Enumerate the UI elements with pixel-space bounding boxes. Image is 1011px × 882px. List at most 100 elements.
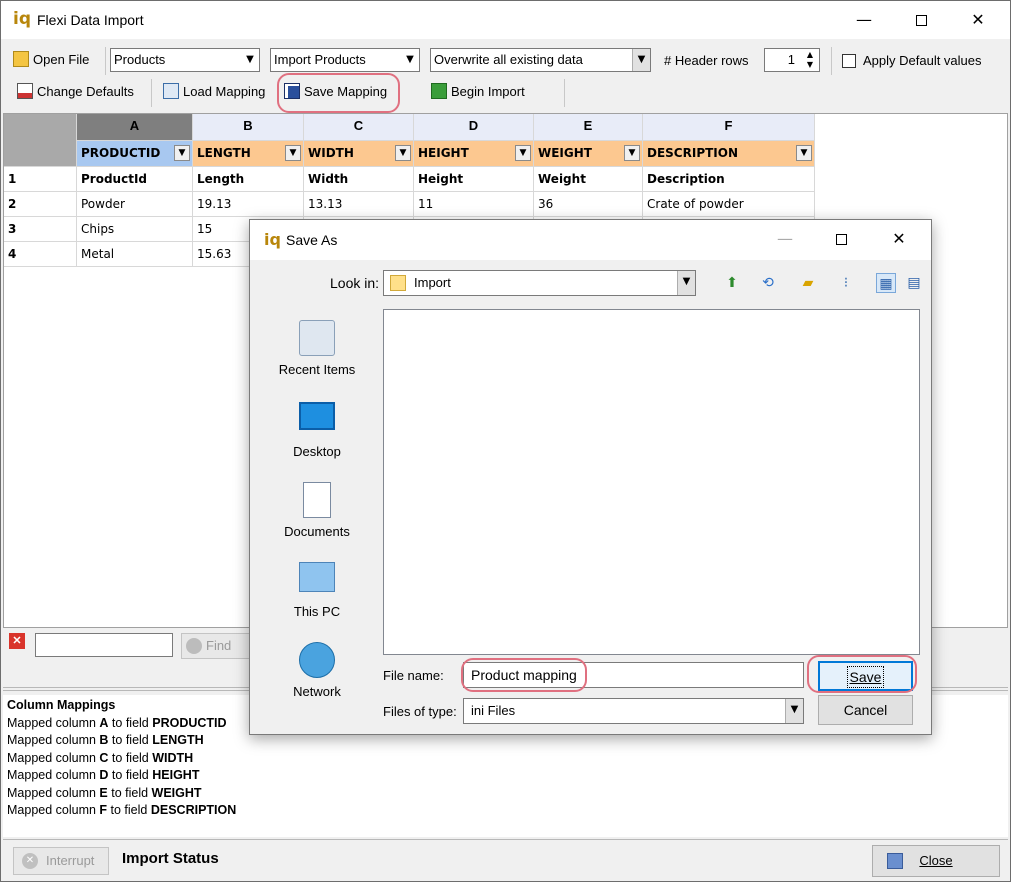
import-select[interactable]: Import Products ▼: [270, 48, 420, 72]
chevron-down-icon[interactable]: ▼: [285, 145, 301, 161]
dialog-minimize-button[interactable]: —: [762, 220, 808, 260]
up-folder-icon[interactable]: ⬆: [722, 273, 742, 293]
grid-cell[interactable]: Length: [193, 167, 304, 192]
chevron-down-icon[interactable]: ▼: [515, 145, 531, 161]
grid-cell-text: Powder: [81, 197, 125, 211]
mode-select[interactable]: Overwrite all existing data ▼: [430, 48, 651, 72]
mapping-select[interactable]: LENGTH ▼: [193, 141, 304, 167]
apply-defaults-label: Apply Default values: [863, 53, 982, 68]
place-recent-items[interactable]: Recent Items: [272, 320, 362, 377]
new-folder-icon[interactable]: ▰: [798, 273, 818, 293]
import-select-value: Import Products: [274, 52, 366, 67]
folder-icon: [390, 275, 406, 291]
grid-cell[interactable]: Crate of powder: [643, 192, 815, 217]
mapping-select[interactable]: DESCRIPTION ▼: [643, 141, 815, 167]
file-type-select[interactable]: ini Files ▼: [463, 698, 804, 724]
chevron-down-icon[interactable]: ▼: [796, 145, 812, 161]
look-in-value: Import: [414, 275, 451, 290]
column-header[interactable]: D: [414, 114, 534, 141]
dialog-title: Save As: [286, 232, 338, 248]
log-line-mid: to field: [108, 750, 153, 765]
find-input[interactable]: [35, 633, 173, 657]
close-window-button[interactable]: ✕: [955, 1, 1001, 39]
log-line-prefix: Mapped column: [7, 733, 100, 747]
checkbox-icon[interactable]: [842, 54, 856, 68]
grid-cell[interactable]: Metal: [77, 242, 193, 267]
cancel-button[interactable]: Cancel: [818, 695, 913, 725]
find-button-label: Find: [206, 638, 232, 653]
log-line-field: PRODUCTID: [152, 715, 227, 730]
open-file-button[interactable]: Open File: [13, 47, 89, 73]
log-line-field: WIDTH: [152, 750, 194, 765]
load-mapping-button[interactable]: Load Mapping: [163, 79, 265, 105]
begin-import-button[interactable]: Begin Import: [431, 79, 525, 105]
grid-cell-text: 36: [538, 197, 554, 211]
spin-arrows-icon[interactable]: ▲ ▼: [801, 49, 819, 71]
chevron-down-icon: ▼: [246, 54, 254, 65]
folder-open-icon: [13, 51, 29, 67]
grid-cell[interactable]: Height: [414, 167, 534, 192]
apply-defaults-checkbox[interactable]: Apply Default values: [842, 48, 982, 74]
dialog-close-button[interactable]: ✕: [876, 220, 922, 260]
dialog-maximize-button[interactable]: [818, 220, 864, 260]
log-line-field: LENGTH: [152, 733, 204, 747]
place-label: Desktop: [293, 444, 341, 459]
grid-cell[interactable]: 19.13: [193, 192, 304, 217]
grid-cell-text: 15.63: [197, 247, 232, 261]
clear-filter-icon[interactable]: ✕: [9, 633, 25, 649]
grid-cell[interactable]: 13.13: [304, 192, 414, 217]
grid-cell[interactable]: 36: [534, 192, 643, 217]
place-documents[interactable]: Documents: [272, 482, 362, 539]
chevron-down-icon[interactable]: ▼: [174, 145, 190, 161]
grid-cell[interactable]: Weight: [534, 167, 643, 192]
log-line-mid: to field: [108, 715, 153, 730]
column-header-text: F: [724, 118, 733, 133]
back-icon[interactable]: ⟲: [758, 273, 778, 293]
app-logo-icon: iq: [264, 230, 281, 249]
row-header[interactable]: 2: [4, 192, 77, 217]
place-this-pc[interactable]: This PC: [272, 562, 362, 619]
file-type-label: Files of type:: [383, 704, 457, 719]
file-list[interactable]: [383, 309, 920, 655]
table-select[interactable]: Products ▼: [110, 48, 260, 72]
list-view-icon[interactable]: ⁝: [836, 273, 856, 293]
dialog-title-bar: iq Save As — ✕: [250, 220, 931, 260]
chevron-down-icon[interactable]: ▼: [395, 145, 411, 161]
grid-cell[interactable]: Powder: [77, 192, 193, 217]
mapping-select[interactable]: HEIGHT ▼: [414, 141, 534, 167]
minimize-button[interactable]: —: [841, 1, 887, 39]
grid-cell[interactable]: Chips: [77, 217, 193, 242]
chevron-down-icon: ▼: [632, 49, 650, 71]
details-view-icon[interactable]: ▦: [876, 273, 896, 293]
column-header[interactable]: F: [643, 114, 815, 141]
grid-cell[interactable]: Width: [304, 167, 414, 192]
look-in-select[interactable]: Import ▼: [383, 270, 696, 296]
interrupt-button[interactable]: ✕ Interrupt: [13, 847, 109, 875]
column-header[interactable]: E: [534, 114, 643, 141]
place-desktop[interactable]: Desktop: [272, 402, 362, 459]
grid-cell[interactable]: Description: [643, 167, 815, 192]
close-button[interactable]: Close: [872, 845, 1000, 877]
title-bar: iq Flexi Data Import — ✕: [1, 1, 1010, 39]
chevron-down-icon[interactable]: ▼: [624, 145, 640, 161]
row-header[interactable]: 1: [4, 167, 77, 192]
mapping-select[interactable]: WIDTH ▼: [304, 141, 414, 167]
grid-cell[interactable]: 11: [414, 192, 534, 217]
row-header[interactable]: 3: [4, 217, 77, 242]
place-network[interactable]: Network: [272, 642, 362, 699]
change-defaults-button[interactable]: Change Defaults: [17, 79, 134, 105]
row-header[interactable]: 4: [4, 242, 77, 267]
column-header[interactable]: A: [77, 114, 193, 141]
maximize-button[interactable]: [898, 1, 944, 39]
row-header-text: 2: [8, 197, 17, 211]
column-header[interactable]: C: [304, 114, 414, 141]
mapping-select[interactable]: WEIGHT ▼: [534, 141, 643, 167]
mapping-select[interactable]: PRODUCTID ▼: [77, 141, 193, 167]
log-line-col: E: [99, 785, 108, 800]
cancel-button-label: Cancel: [843, 702, 888, 718]
column-header[interactable]: B: [193, 114, 304, 141]
mapping-select-text: LENGTH: [197, 146, 251, 160]
grid-cell[interactable]: ProductId: [77, 167, 193, 192]
view-menu-icon[interactable]: ▤: [904, 273, 924, 293]
header-rows-stepper[interactable]: 1 ▲ ▼: [764, 48, 820, 72]
